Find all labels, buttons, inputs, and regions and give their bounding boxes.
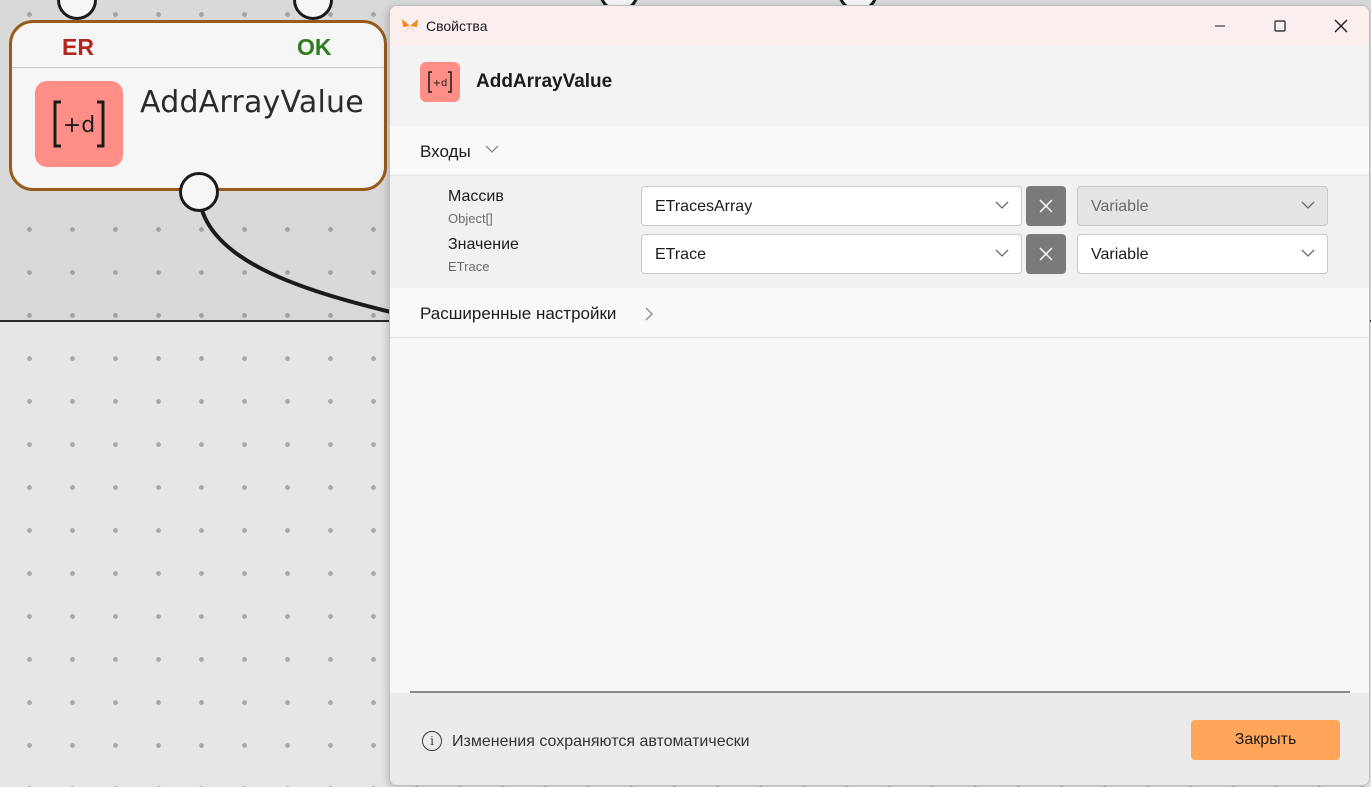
clear-value-button[interactable] — [1026, 234, 1066, 274]
close-icon — [1334, 19, 1348, 33]
svg-text:+d: +d — [63, 113, 95, 138]
dialog-header: +d AddArrayValue — [390, 46, 1369, 126]
chevron-down-icon — [1301, 249, 1315, 257]
value-mode-text: Variable — [1091, 246, 1149, 263]
advanced-section-label: Расширенные настройки — [420, 304, 617, 323]
close-icon — [1039, 247, 1053, 261]
advanced-section-toggle[interactable]: Расширенные настройки — [390, 288, 1369, 338]
butterfly-icon — [402, 19, 418, 33]
inputs-list: Массив Object[] ETracesArray Variable Зн… — [390, 176, 1369, 288]
maximize-button[interactable] — [1251, 6, 1309, 46]
array-mode-text: Variable — [1091, 198, 1149, 215]
autosave-note: Изменения сохраняются автоматически — [452, 733, 750, 750]
chevron-down-icon — [485, 145, 499, 153]
node-header: ER OK — [12, 23, 384, 68]
info-icon: i — [422, 731, 442, 751]
inputs-section-toggle[interactable]: Входы — [390, 126, 1369, 176]
maximize-icon — [1274, 20, 1286, 32]
close-button[interactable]: Закрыть — [1191, 720, 1340, 760]
array-value-select[interactable]: ETracesArray — [641, 186, 1022, 226]
error-port-label: ER — [62, 34, 94, 60]
chevron-down-icon — [1301, 201, 1315, 209]
chevron-down-icon — [995, 201, 1009, 209]
node-title: AddArrayValue — [140, 85, 364, 120]
close-window-button[interactable] — [1312, 6, 1369, 46]
param-name-value: Значение — [448, 236, 519, 253]
value-select[interactable]: ETrace — [641, 234, 1022, 274]
array-mode-select: Variable — [1077, 186, 1328, 226]
dialog-title: AddArrayValue — [476, 71, 613, 92]
close-icon — [1039, 199, 1053, 213]
array-value-text: ETracesArray — [655, 198, 753, 215]
inputs-section-label: Входы — [420, 142, 471, 161]
value-mode-select[interactable]: Variable — [1077, 234, 1328, 274]
properties-dialog: Свойства +d AddArrayValue Входы Массив O… — [389, 5, 1370, 786]
dialog-footer: i Изменения сохраняются автоматически За… — [390, 693, 1369, 785]
window-title: Свойства — [426, 18, 488, 34]
param-name-array: Массив — [448, 188, 504, 205]
chevron-down-icon — [995, 249, 1009, 257]
minimize-button[interactable] — [1191, 6, 1249, 46]
svg-text:+d: +d — [433, 78, 448, 89]
node-output-port[interactable] — [179, 172, 219, 212]
value-select-text: ETrace — [655, 246, 706, 263]
param-type-value: ETrace — [448, 259, 490, 274]
clear-array-button[interactable] — [1026, 186, 1066, 226]
window-titlebar[interactable]: Свойства — [390, 6, 1369, 46]
minimize-icon — [1215, 25, 1225, 27]
add-array-value-icon: +d — [35, 81, 123, 167]
param-type-array: Object[] — [448, 211, 493, 226]
node-card[interactable]: ER OK +d AddArrayValue — [9, 20, 387, 191]
chevron-right-icon — [645, 307, 653, 321]
ok-port-label: OK — [297, 34, 332, 60]
add-array-value-icon: +d — [420, 62, 460, 102]
